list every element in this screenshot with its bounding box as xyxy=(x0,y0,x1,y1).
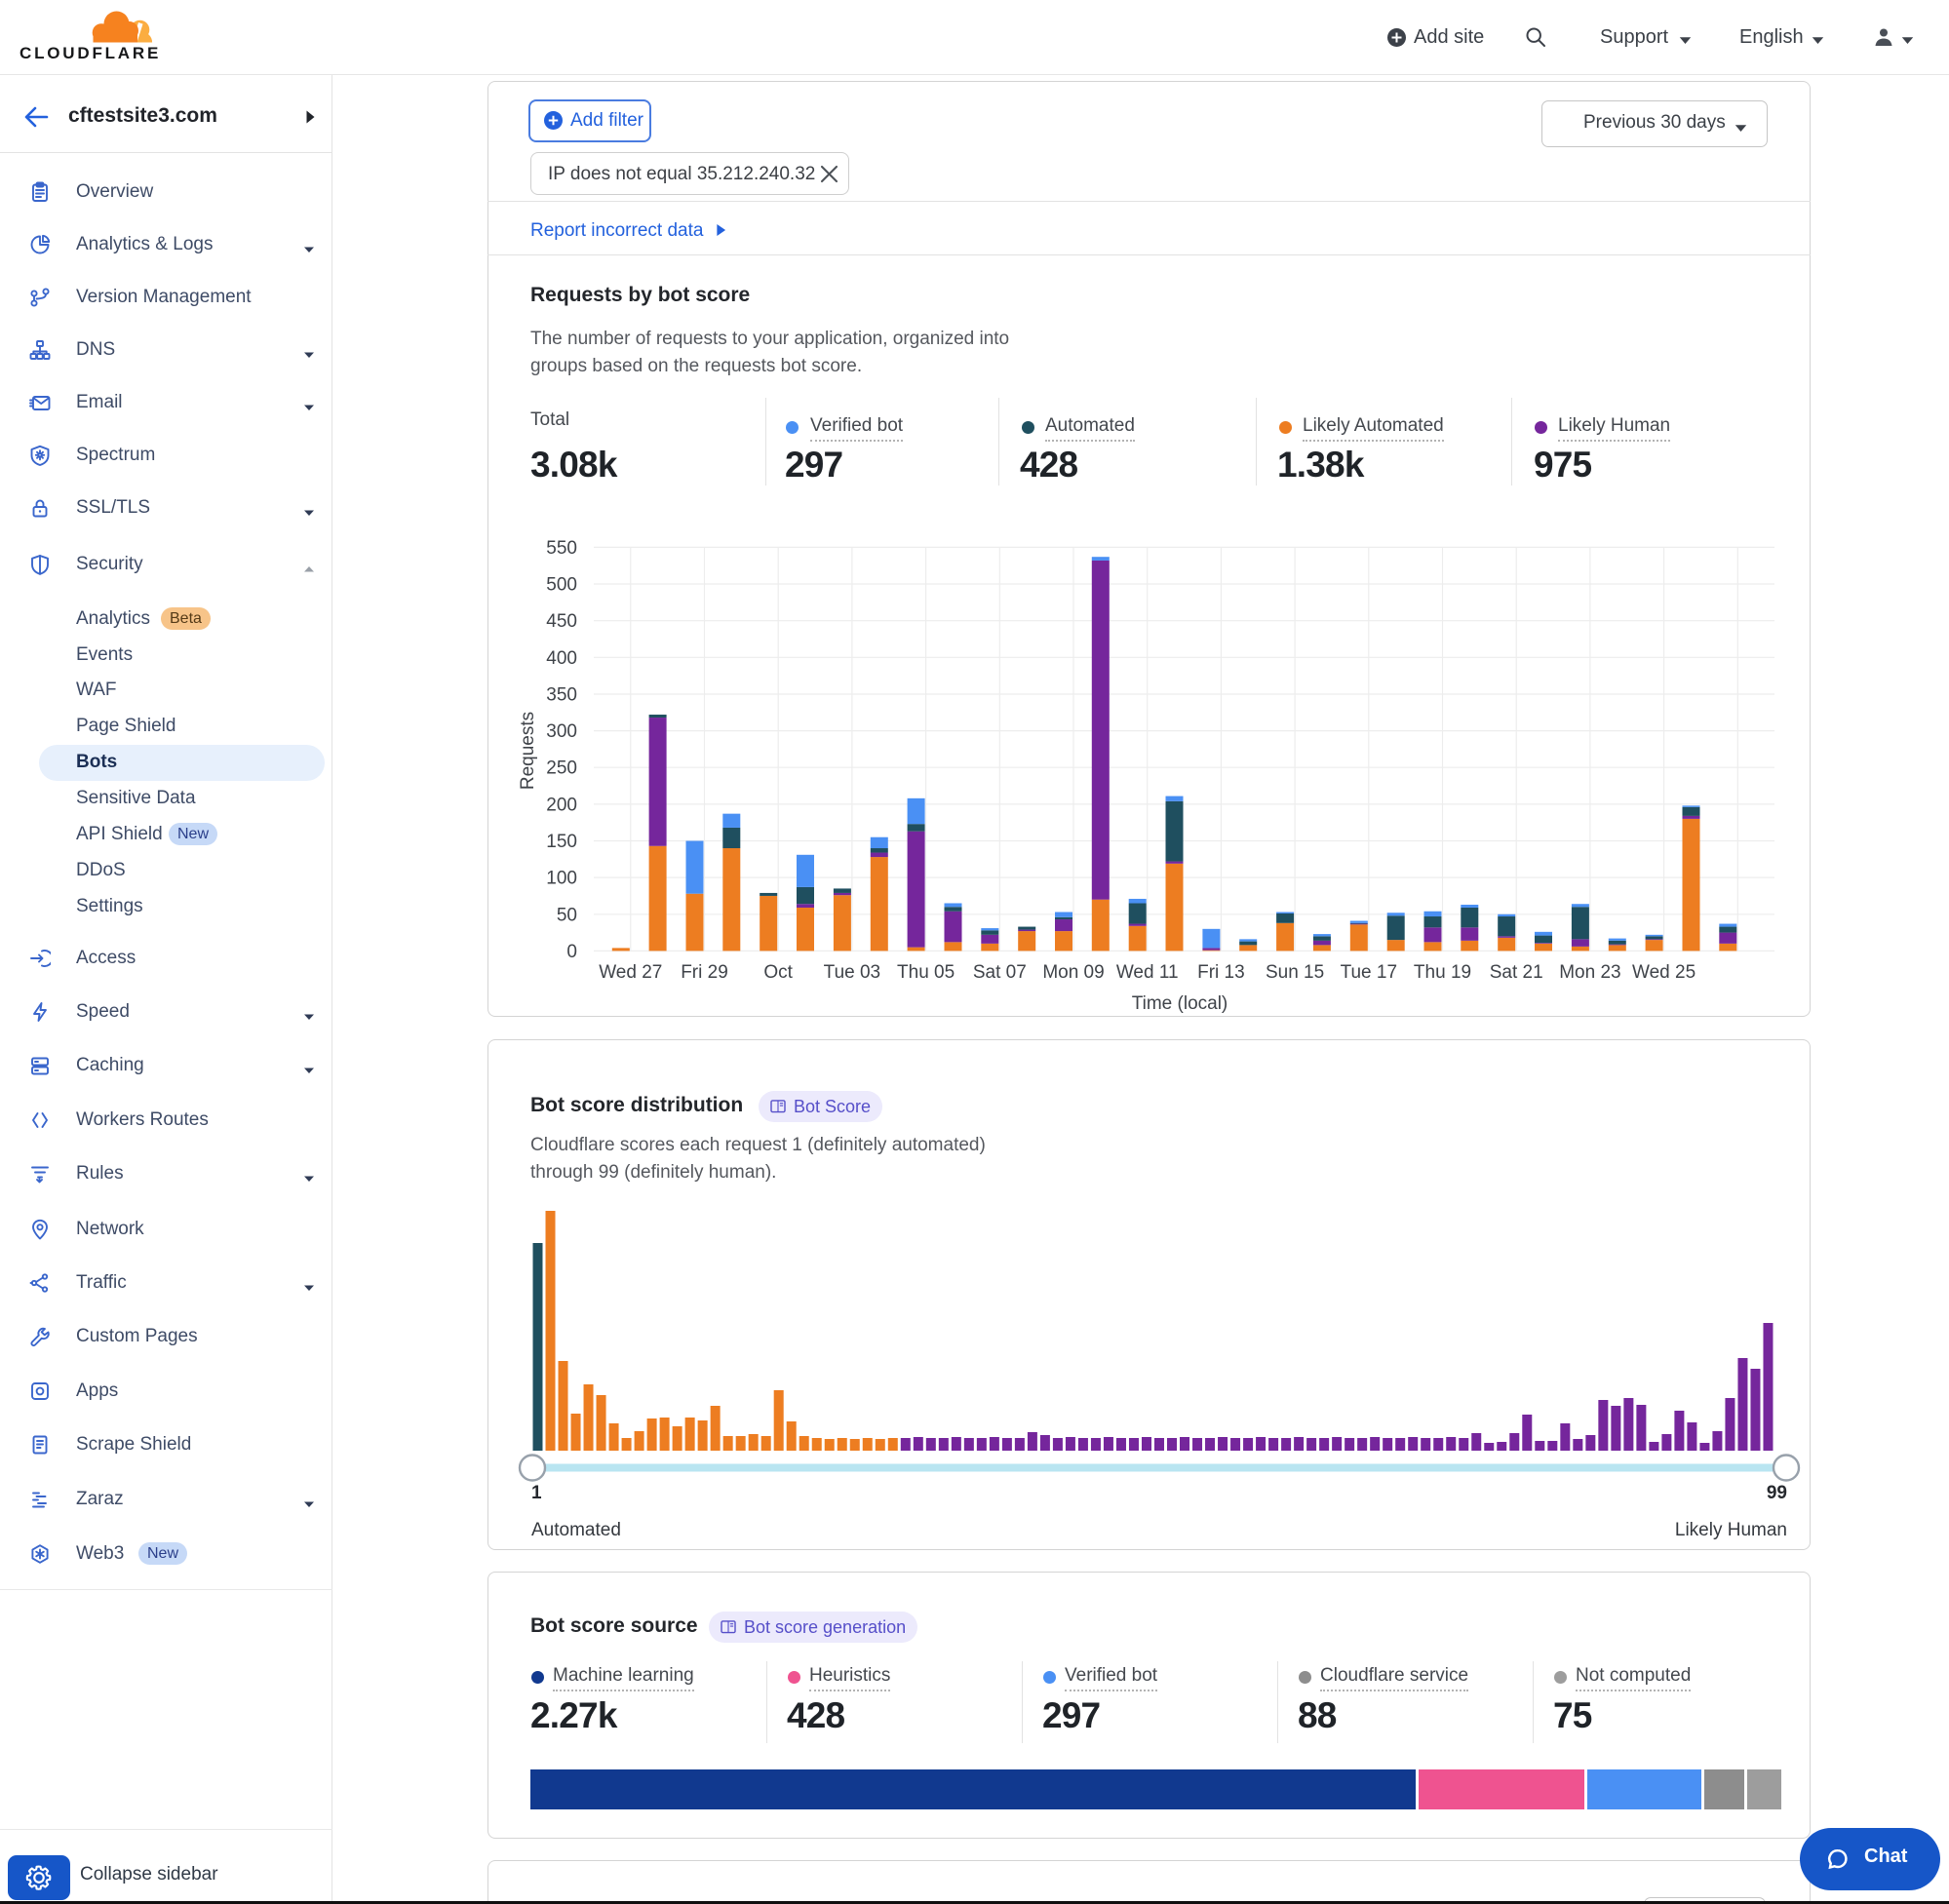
svg-text:Thu 05: Thu 05 xyxy=(897,962,955,983)
svg-text:Wed 27: Wed 27 xyxy=(599,962,662,983)
svg-text:Fri 13: Fri 13 xyxy=(1197,962,1245,983)
svg-text:Fri 29: Fri 29 xyxy=(681,962,728,983)
svg-text:200: 200 xyxy=(546,795,577,815)
svg-text:Mon 23: Mon 23 xyxy=(1559,962,1620,983)
svg-text:50: 50 xyxy=(557,905,577,925)
svg-text:Oct: Oct xyxy=(763,962,793,983)
svg-text:Time (local): Time (local) xyxy=(1132,993,1228,1014)
svg-text:150: 150 xyxy=(546,832,577,852)
svg-text:Thu 19: Thu 19 xyxy=(1414,962,1471,983)
svg-text:400: 400 xyxy=(546,648,577,669)
svg-text:100: 100 xyxy=(546,869,577,889)
svg-text:500: 500 xyxy=(546,575,577,596)
svg-text:Wed 25: Wed 25 xyxy=(1632,962,1696,983)
svg-text:0: 0 xyxy=(566,942,577,962)
svg-text:Sat 07: Sat 07 xyxy=(973,962,1027,983)
svg-text:Tue 17: Tue 17 xyxy=(1341,962,1397,983)
svg-text:Tue 03: Tue 03 xyxy=(824,962,880,983)
svg-text:Sat 21: Sat 21 xyxy=(1490,962,1543,983)
svg-text:450: 450 xyxy=(546,611,577,632)
svg-text:Requests: Requests xyxy=(518,712,538,790)
svg-text:Mon 09: Mon 09 xyxy=(1042,962,1104,983)
svg-text:Sun 15: Sun 15 xyxy=(1266,962,1324,983)
svg-text:250: 250 xyxy=(546,758,577,779)
svg-text:350: 350 xyxy=(546,685,577,706)
svg-text:Wed 11: Wed 11 xyxy=(1116,962,1179,983)
svg-text:550: 550 xyxy=(546,538,577,559)
svg-text:300: 300 xyxy=(546,721,577,742)
